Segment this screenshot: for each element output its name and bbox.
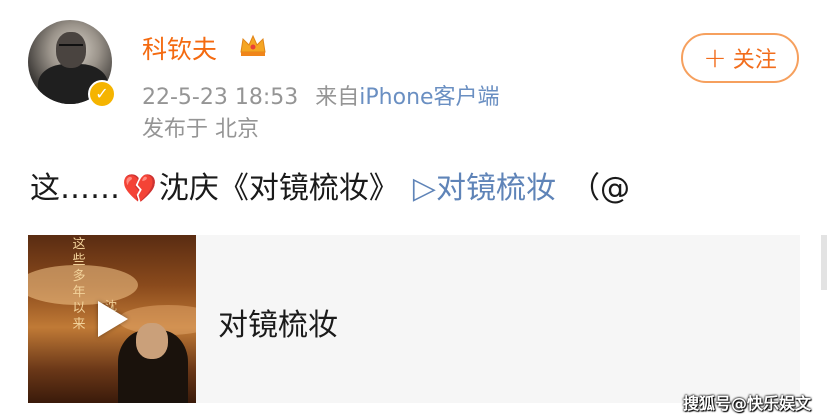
- post-text-body: 沈庆《对镜梳妆》: [158, 171, 399, 206]
- album-cover[interactable]: 这些多年以来 沈庆: [28, 235, 196, 403]
- follow-label: 关注: [732, 48, 777, 73]
- music-link[interactable]: ▷对镜梳妆: [413, 171, 556, 206]
- post-text-lead: 这……: [30, 171, 120, 206]
- vip-crown-icon[interactable]: [238, 32, 268, 58]
- follow-button[interactable]: + 关注: [681, 33, 799, 83]
- broken-heart-icon: 💔: [122, 172, 157, 205]
- avatar-glasses: [59, 44, 83, 52]
- post-text: 这……💔沈庆《对镜梳妆》 ▷对镜梳妆 （@: [30, 163, 630, 207]
- author-name[interactable]: 科钦夫: [142, 30, 217, 66]
- play-icon[interactable]: [98, 301, 128, 337]
- verified-badge-icon: ✓: [88, 80, 116, 108]
- source-prefix: 来自: [315, 85, 360, 110]
- post-time: 22-5-23 18:53: [142, 85, 299, 110]
- post-meta: 22-5-23 18:53 来自iPhone客户端: [142, 79, 500, 111]
- watermark: 搜狐号@快乐娱文: [682, 394, 811, 413]
- cover-title-text: 这些多年以来: [72, 237, 86, 332]
- scrollbar[interactable]: [821, 235, 827, 290]
- plus-icon: +: [703, 41, 727, 74]
- cover-face: [136, 323, 168, 359]
- music-card-title[interactable]: 对镜梳妆: [218, 300, 338, 344]
- music-card[interactable]: 这些多年以来 沈庆 对镜梳妆: [28, 235, 800, 403]
- post-location: 发布于 北京: [142, 117, 259, 142]
- post-text-tail: （@: [569, 171, 630, 206]
- post-source-link[interactable]: iPhone客户端: [359, 85, 499, 110]
